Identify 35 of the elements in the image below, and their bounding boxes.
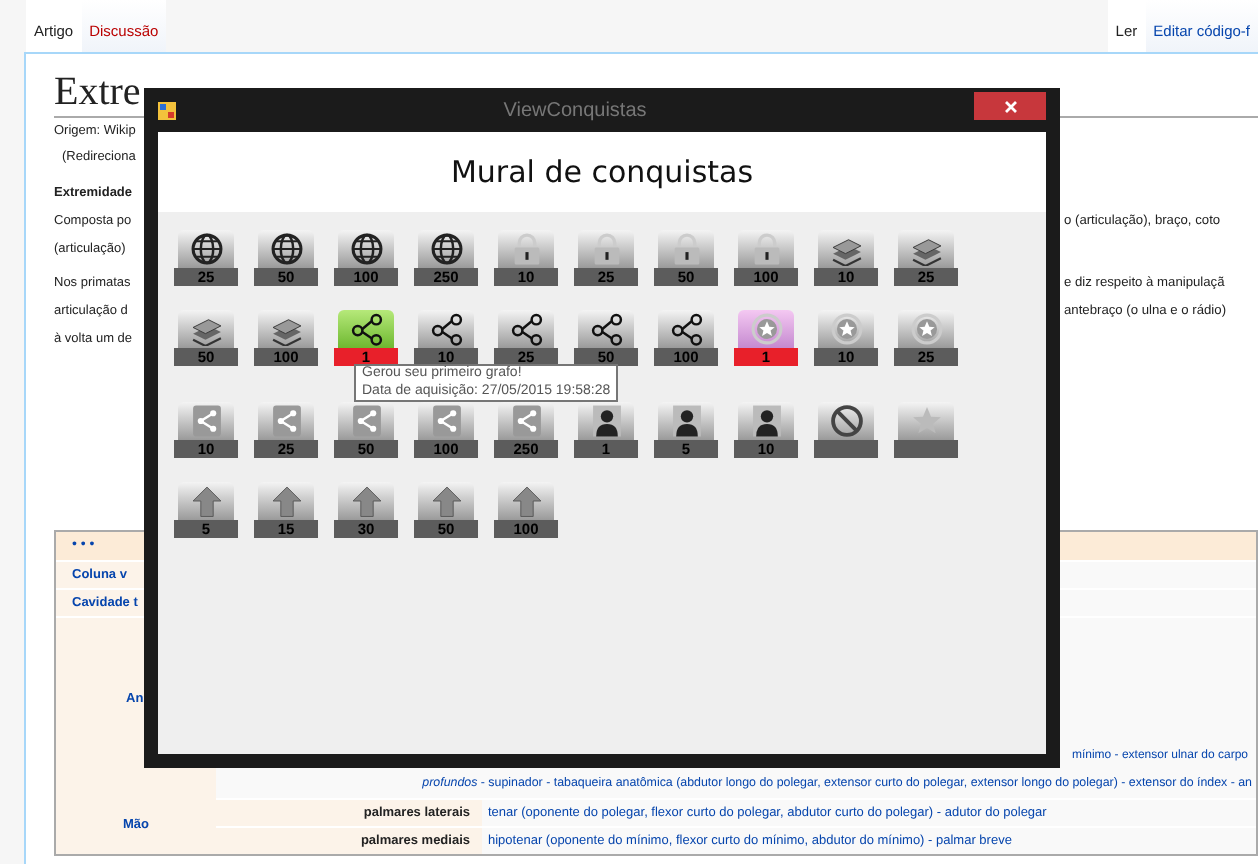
arrow-icon: [269, 484, 303, 518]
medal-icon: [749, 312, 783, 346]
lock-icon: [589, 232, 623, 266]
close-button[interactable]: [974, 92, 1046, 120]
graph-icon: [429, 312, 463, 346]
share-icon: [349, 404, 383, 438]
forbidden-icon: [829, 404, 863, 438]
share-icon: [189, 404, 223, 438]
arrow-icon: [189, 484, 223, 518]
person-icon: [749, 404, 783, 438]
lock-icon: [669, 232, 703, 266]
arrow-icon: [509, 484, 543, 518]
graph-icon: [509, 312, 543, 346]
medal-icon: [829, 312, 863, 346]
share-icon: [509, 404, 543, 438]
medal-icon: [909, 312, 943, 346]
person-icon: [589, 404, 623, 438]
lock-icon: [509, 232, 543, 266]
graph-icon: [589, 312, 623, 346]
globe-icon: [189, 232, 223, 266]
star-icon: [909, 404, 943, 438]
arrow-icon: [429, 484, 463, 518]
dialog-heading: Mural de conquistas: [158, 132, 1046, 212]
arrow-icon: [349, 484, 383, 518]
graph-icon: [349, 312, 383, 346]
globe-icon: [269, 232, 303, 266]
lock-icon: [749, 232, 783, 266]
globe-icon: [349, 232, 383, 266]
share-icon: [269, 404, 303, 438]
globe-icon: [429, 232, 463, 266]
close-icon: [1003, 99, 1017, 113]
app-icon: [158, 101, 176, 119]
person-icon: [669, 404, 703, 438]
graph-icon: [669, 312, 703, 346]
share-icon: [429, 404, 463, 438]
